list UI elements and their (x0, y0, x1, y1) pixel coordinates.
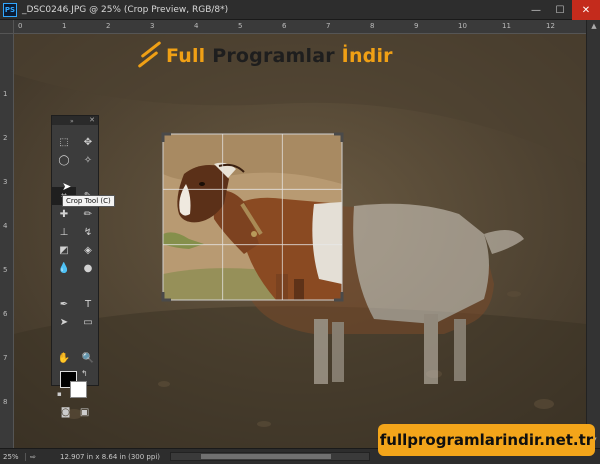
rectangle-shape-tool-icon[interactable]: ▭ (76, 313, 100, 331)
move-tool-icon[interactable]: ✥ (76, 133, 100, 151)
title-bar: PS _DSC0246.JPG @ 25% (Crop Preview, RGB… (0, 0, 600, 20)
color-swatches: ↰ ▪ (52, 367, 98, 407)
ruler-tick-label: 0 (18, 22, 23, 30)
pen-tool-icon[interactable]: ✒ (52, 295, 76, 313)
vertical-scrollbar[interactable]: ▲ ▼ (586, 20, 600, 448)
ruler-tick-label: 4 (3, 222, 8, 230)
ruler-tick-label: 7 (326, 22, 331, 30)
tools-grid: ⬚✥◯✧⌗✎✚✏⊥↯◩◈💧●✒T➤▭✋🔍 (52, 125, 98, 367)
horizontal-ruler[interactable]: 0 1 2 3 4 5 6 7 8 9 10 11 12 (14, 20, 586, 34)
history-brush-tool-icon[interactable]: ↯ (76, 223, 100, 241)
quick-mask-icon[interactable]: ◙ (61, 407, 71, 418)
brush-tool-icon[interactable]: ✏ (76, 205, 100, 223)
clone-stamp-tool-icon[interactable]: ⊥ (52, 223, 76, 241)
logo-text: Full Programlar İndir (166, 45, 393, 67)
ruler-tick-label: 6 (282, 22, 287, 30)
mode-buttons: ◙ ▣ (52, 407, 98, 418)
document-info: 12.907 in x 8.64 in (300 ppi) (60, 452, 160, 461)
tool-tooltip: Crop Tool (C) (62, 195, 115, 207)
ruler-tick-label: 2 (3, 134, 8, 142)
ruler-tick-label: 6 (3, 310, 8, 318)
type-tool-icon[interactable]: T (76, 295, 100, 313)
ruler-tick-label: 1 (3, 90, 8, 98)
logo-word-programlar: Programlar (205, 45, 342, 67)
close-button[interactable]: ✕ (572, 0, 600, 20)
ruler-tick-label: 2 (106, 22, 111, 30)
rect-marquee-tool-icon[interactable]: ⬚ (52, 133, 76, 151)
blur-tool-icon[interactable]: 💧 (52, 259, 76, 277)
swap-colors-icon[interactable]: ↰ (81, 369, 88, 378)
tool-separator (52, 277, 100, 281)
tool-separator (52, 169, 100, 173)
ruler-tick-label: 3 (3, 178, 8, 186)
magic-wand-tool-icon[interactable]: ✧ (76, 151, 100, 169)
logo-slash-icon (137, 40, 164, 70)
mouse-cursor-icon: ➤ (62, 180, 72, 193)
background-color-swatch[interactable] (70, 381, 87, 398)
horizontal-scrollbar[interactable] (170, 452, 370, 461)
path-selection-tool-icon[interactable]: ➤ (52, 313, 76, 331)
photoshop-window: PS _DSC0246.JPG @ 25% (Crop Preview, RGB… (0, 0, 600, 464)
eraser-tool-icon[interactable]: ◩ (52, 241, 76, 259)
lasso-tool-icon[interactable]: ◯ (52, 151, 76, 169)
maximize-button[interactable]: ☐ (548, 0, 572, 20)
vertical-ruler[interactable]: 1 2 3 4 5 6 7 8 (0, 20, 14, 448)
ruler-tick-label: 4 (194, 22, 199, 30)
photoshop-logo-icon: PS (3, 2, 17, 17)
ruler-tick-label: 11 (502, 22, 511, 30)
watermark-logo: Full Programlar İndir (137, 40, 393, 70)
ruler-tick-label: 7 (3, 354, 8, 362)
ruler-tick-label: 5 (3, 266, 8, 274)
ruler-tick-label: 8 (3, 398, 8, 406)
healing-brush-tool-icon[interactable]: ✚ (52, 205, 76, 223)
ruler-tick-label: 12 (546, 22, 555, 30)
tools-panel-header[interactable]: » ✕ (52, 116, 98, 125)
dodge-tool-icon[interactable]: ● (76, 259, 100, 277)
site-url: fullprogramlarindir.net.tr (379, 431, 594, 449)
default-colors-icon[interactable]: ▪ (57, 390, 62, 398)
document-title: _DSC0246.JPG @ 25% (Crop Preview, RGB/8*… (22, 4, 229, 15)
zoom-level[interactable]: 25% (0, 452, 26, 461)
export-icon[interactable]: ⇨ (26, 453, 40, 461)
scroll-up-icon[interactable]: ▲ (589, 22, 599, 32)
site-badge: fullprogramlarindir.net.tr (378, 424, 595, 456)
collapse-panel-icon[interactable]: » (70, 118, 75, 125)
minimize-button[interactable]: — (524, 0, 548, 20)
logo-word-indir: İndir (341, 45, 393, 67)
paint-bucket-tool-icon[interactable]: ◈ (76, 241, 100, 259)
ruler-origin[interactable] (0, 20, 14, 34)
ruler-tick-label: 3 (150, 22, 155, 30)
ruler-tick-label: 5 (238, 22, 243, 30)
scrollbar-thumb[interactable] (201, 454, 331, 459)
ruler-tick-label: 10 (458, 22, 467, 30)
zoom-tool-icon[interactable]: 🔍 (76, 349, 100, 367)
screen-mode-icon[interactable]: ▣ (80, 407, 89, 418)
ruler-tick-label: 9 (414, 22, 419, 30)
tools-panel: » ✕ ⬚✥◯✧⌗✎✚✏⊥↯◩◈💧●✒T➤▭✋🔍 ↰ ▪ ◙ ▣ (51, 115, 99, 418)
ruler-tick-label: 1 (62, 22, 67, 30)
window-controls: — ☐ ✕ (524, 0, 600, 20)
logo-word-full: Full (166, 45, 206, 67)
close-panel-icon[interactable]: ✕ (89, 116, 95, 124)
tool-separator (52, 331, 100, 335)
hand-tool-icon[interactable]: ✋ (52, 349, 76, 367)
ruler-tick-label: 8 (370, 22, 375, 30)
